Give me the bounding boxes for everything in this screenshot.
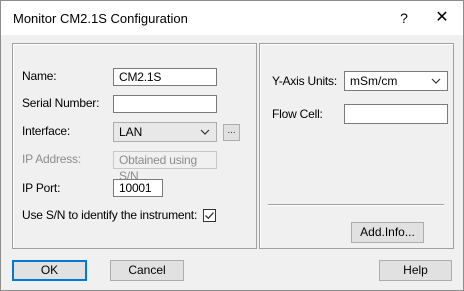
interface-value: LAN [119, 125, 143, 139]
ip-address-field: Obtained using S/N [113, 151, 217, 183]
chevron-down-icon [200, 126, 210, 138]
use-sn-label: Use S/N to identify the instrument: [22, 208, 198, 222]
cancel-button[interactable]: Cancel [110, 260, 184, 281]
use-sn-checkbox[interactable] [203, 209, 216, 222]
y-axis-units-select[interactable]: mSm/cm [344, 71, 448, 91]
add-info-button[interactable]: Add.Info... [351, 222, 424, 243]
help-button[interactable]: Help [379, 260, 452, 281]
connection-group: Name: CM2.1S Serial Number: Interface: L… [12, 43, 257, 249]
name-label: Name: [22, 69, 57, 83]
checkmark-icon [205, 212, 214, 220]
chevron-down-icon [431, 75, 441, 87]
interface-select[interactable]: LAN [113, 122, 217, 142]
help-title-button[interactable]: ? [389, 7, 419, 29]
title-bar: Monitor CM2.1S Configuration ? ✕ [1, 1, 463, 35]
ok-button[interactable]: OK [12, 260, 87, 281]
flow-cell-field[interactable] [344, 104, 448, 124]
y-axis-units-label: Y-Axis Units: [272, 74, 337, 88]
serial-number-label: Serial Number: [22, 96, 100, 110]
ip-port-label: IP Port: [22, 181, 61, 195]
ip-address-label: IP Address: [22, 152, 81, 166]
interface-browse-button[interactable]: ... [223, 124, 240, 141]
config-dialog: Monitor CM2.1S Configuration ? ✕ Name: C… [0, 0, 464, 291]
interface-label: Interface: [22, 124, 71, 138]
flow-cell-label: Flow Cell: [272, 107, 323, 121]
y-axis-units-value: mSm/cm [350, 74, 398, 88]
window-title: Monitor CM2.1S Configuration [13, 11, 188, 26]
display-group: Y-Axis Units: mSm/cm Flow Cell: Add.Info… [259, 43, 454, 249]
right-panel-separator [268, 204, 444, 206]
serial-number-field[interactable] [113, 95, 217, 113]
name-field[interactable]: CM2.1S [113, 68, 217, 86]
close-icon[interactable]: ✕ [427, 7, 457, 29]
ip-port-field[interactable]: 10001 [113, 179, 163, 197]
dialog-body: Name: CM2.1S Serial Number: Interface: L… [1, 35, 463, 290]
